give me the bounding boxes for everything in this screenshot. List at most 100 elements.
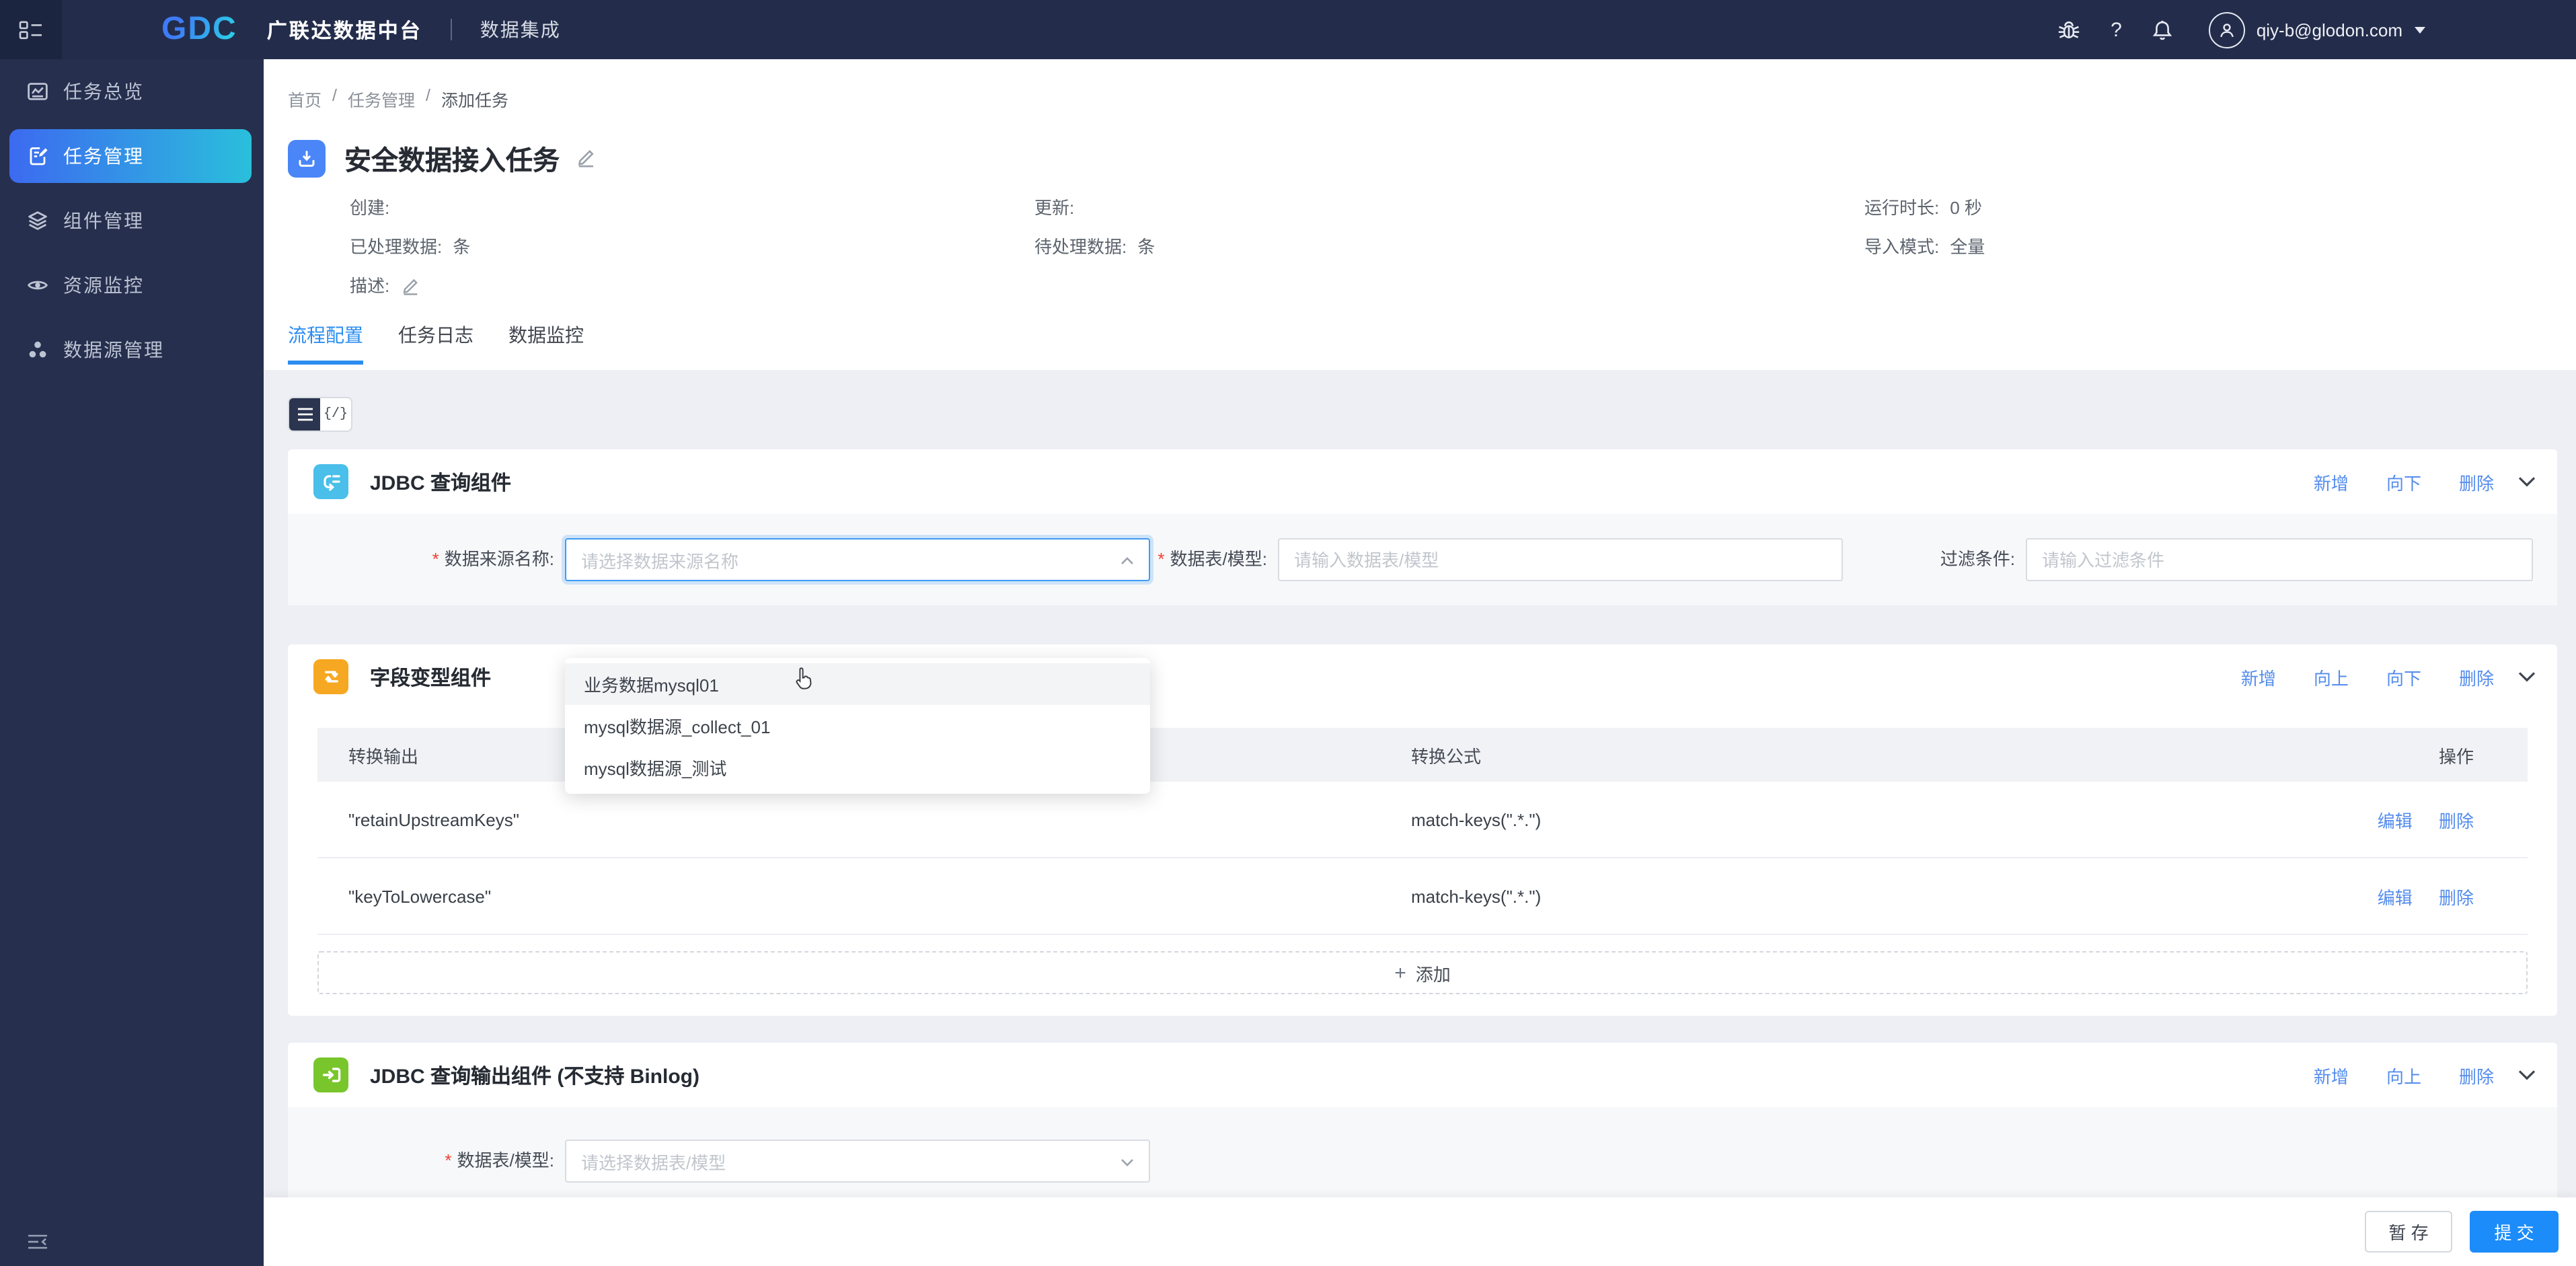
sidebar-menu: 任务总览 任务管理 组件管理 资源监控 数据源管理 bbox=[0, 59, 264, 377]
brand: GDC 广联达数据中台 bbox=[161, 11, 422, 48]
pointer-cursor-icon bbox=[794, 666, 817, 692]
edit-description-icon[interactable] bbox=[400, 277, 419, 296]
page-title: 安全数据接入任务 bbox=[344, 147, 560, 176]
add-transform-row-button[interactable]: + 添加 bbox=[317, 951, 2528, 994]
sidebar-item-datasource-manage[interactable]: 数据源管理 bbox=[9, 323, 252, 377]
breadcrumb-home[interactable]: 首页 bbox=[288, 86, 321, 112]
sidebar-item-resource-monitor[interactable]: 资源监控 bbox=[9, 258, 252, 312]
card-actions: 新增 向上 向下 删除 bbox=[2241, 664, 2494, 690]
sidebar-item-label: 资源监控 bbox=[63, 274, 144, 296]
filter-condition-input[interactable] bbox=[2026, 538, 2533, 581]
import-mode-label: 导入模式: bbox=[1864, 237, 1940, 257]
card-title: JDBC 查询组件 bbox=[370, 472, 512, 494]
user-avatar[interactable] bbox=[2209, 11, 2246, 48]
gdc-logo: GDC bbox=[161, 11, 237, 47]
collapse-card-chevron-icon[interactable] bbox=[2518, 1070, 2536, 1080]
view-toggle-list[interactable] bbox=[289, 398, 320, 431]
collapse-card-chevron-icon[interactable] bbox=[2518, 671, 2536, 682]
caret-down-icon[interactable] bbox=[2415, 26, 2425, 33]
delete-row-link[interactable]: 删除 bbox=[2439, 811, 2474, 831]
delete-component-link[interactable]: 删除 bbox=[2459, 1062, 2494, 1088]
bell-icon[interactable] bbox=[2152, 18, 2174, 41]
delete-component-link[interactable]: 删除 bbox=[2459, 664, 2494, 690]
transform-formula-cell: match-keys(".*.") bbox=[1380, 782, 2255, 858]
required-mark: * bbox=[445, 1150, 452, 1170]
nav-item-data-integration[interactable]: 数据集成 bbox=[480, 16, 561, 43]
breadcrumb-add-task: 添加任务 bbox=[441, 91, 509, 110]
pending-label: 待处理数据: bbox=[1034, 237, 1127, 257]
tab-data-monitor[interactable]: 数据监控 bbox=[508, 322, 584, 365]
collapse-menu-button[interactable] bbox=[0, 0, 62, 59]
column-operations: 操作 bbox=[2255, 728, 2528, 782]
breadcrumb-task-manage[interactable]: 任务管理 bbox=[348, 86, 415, 112]
move-down-link[interactable]: 向下 bbox=[2386, 664, 2421, 690]
card-form: *数据来源名称: 请选择数据来源名称 *数据表/模型: 过滤条件: 业务数据my… bbox=[288, 514, 2557, 794]
sidebar-item-task-manage[interactable]: 任务管理 bbox=[9, 129, 252, 183]
header-right: ? qiy-b@glodon.com bbox=[2027, 11, 2425, 48]
add-component-link[interactable]: 新增 bbox=[2314, 1062, 2349, 1088]
sidebar-item-task-overview[interactable]: 任务总览 bbox=[9, 65, 252, 118]
datasource-dropdown-panel: 业务数据mysql01 mysql数据源_collect_01 mysql数据源… bbox=[565, 658, 1150, 794]
row-operations-cell: 编辑 删除 bbox=[2255, 782, 2528, 858]
card-title: 字段变型组件 bbox=[370, 667, 492, 690]
view-toggle-json[interactable]: {/} bbox=[320, 398, 351, 431]
required-mark: * bbox=[1158, 549, 1165, 569]
move-down-link[interactable]: 向下 bbox=[2386, 469, 2421, 494]
delete-row-link[interactable]: 删除 bbox=[2439, 887, 2474, 907]
view-toggle: {/} bbox=[288, 397, 352, 432]
dropdown-option-1[interactable]: 业务数据mysql01 bbox=[565, 663, 1150, 705]
save-draft-button[interactable]: 暂 存 bbox=[2365, 1211, 2452, 1253]
row-operations-cell: 编辑 删除 bbox=[2255, 858, 2528, 935]
delete-component-link[interactable]: 删除 bbox=[2459, 469, 2494, 494]
user-email[interactable]: qiy-b@glodon.com bbox=[2257, 20, 2402, 40]
move-up-link[interactable]: 向上 bbox=[2314, 664, 2349, 690]
sidebar-item-label: 数据源管理 bbox=[63, 339, 164, 361]
sidebar-item-components[interactable]: 组件管理 bbox=[9, 194, 252, 248]
process-config-content: {/} JDBC 查询组件 新增 向下 删除 * 数据来源名称: 请选择数据来源… bbox=[264, 370, 2576, 1266]
submit-button[interactable]: 提 交 bbox=[2470, 1211, 2559, 1253]
add-component-link[interactable]: 新增 bbox=[2241, 664, 2276, 690]
tab-task-log[interactable]: 任务日志 bbox=[398, 322, 473, 365]
card-header: JDBC 查询组件 新增 向下 删除 bbox=[288, 449, 2557, 514]
sidebar-collapse-icon[interactable] bbox=[27, 1234, 48, 1250]
footer-action-bar: 暂 存 提 交 bbox=[264, 1197, 2576, 1266]
edit-row-link[interactable]: 编辑 bbox=[2378, 887, 2413, 907]
updated-label: 更新: bbox=[1034, 198, 1075, 218]
table-model-label: * 数据表/模型: bbox=[1158, 549, 1267, 569]
dropdown-option-3[interactable]: mysql数据源_测试 bbox=[565, 747, 1150, 788]
card-jdbc-query: JDBC 查询组件 新增 向下 删除 * 数据来源名称: 请选择数据来源名称 *… bbox=[288, 449, 2557, 794]
layout-menu-icon bbox=[19, 20, 43, 40]
edit-title-icon[interactable] bbox=[576, 148, 596, 168]
tab-process-config[interactable]: 流程配置 bbox=[288, 322, 363, 365]
help-icon[interactable]: ? bbox=[2111, 18, 2122, 41]
column-transform-formula: 转换公式 bbox=[1380, 728, 2255, 782]
app-window: GDC 广联达数据中台 数据集成 ? qiy-b@glodon.com 任务总览… bbox=[0, 0, 2576, 1266]
add-row-label: 添加 bbox=[1415, 964, 1451, 984]
card-actions: 新增 向下 删除 bbox=[2314, 469, 2494, 494]
add-component-link[interactable]: 新增 bbox=[2314, 469, 2349, 494]
task-manage-icon bbox=[27, 145, 48, 167]
bug-icon[interactable] bbox=[2057, 18, 2081, 41]
datasource-name-label: * 数据来源名称: bbox=[432, 549, 554, 569]
filter-condition-label: 过滤条件: bbox=[1940, 549, 2015, 569]
runtime-value: 0 秒 bbox=[1950, 198, 1982, 218]
breadcrumb: 首页 / 任务管理 / 添加任务 bbox=[288, 59, 2576, 112]
sidebar: 任务总览 任务管理 组件管理 资源监控 数据源管理 bbox=[0, 59, 264, 1266]
move-up-link[interactable]: 向上 bbox=[2386, 1062, 2421, 1088]
dropdown-option-2[interactable]: mysql数据源_collect_01 bbox=[565, 705, 1150, 747]
pending-value: 条 bbox=[1137, 237, 1156, 257]
transform-formula-cell: match-keys(".*.") bbox=[1380, 858, 2255, 935]
edit-row-link[interactable]: 编辑 bbox=[2378, 811, 2413, 831]
table-model-input[interactable] bbox=[1278, 538, 1843, 581]
card-header: JDBC 查询输出组件 (不支持 Binlog) 新增 向上 删除 bbox=[288, 1043, 2557, 1107]
cluster-nodes-icon bbox=[27, 339, 48, 361]
description-label: 描述: bbox=[350, 276, 390, 296]
layers-icon bbox=[27, 210, 48, 231]
sidebar-item-label: 任务管理 bbox=[63, 145, 144, 167]
task-type-icon bbox=[288, 139, 326, 177]
collapse-card-chevron-icon[interactable] bbox=[2518, 476, 2536, 487]
jdbc-output-icon bbox=[313, 1057, 348, 1092]
transform-output-cell: "keyToLowercase" bbox=[317, 858, 1380, 935]
chevron-down-icon bbox=[1121, 1158, 1134, 1166]
output-table-model-select[interactable]: 请选择数据表/模型 bbox=[565, 1140, 1150, 1183]
